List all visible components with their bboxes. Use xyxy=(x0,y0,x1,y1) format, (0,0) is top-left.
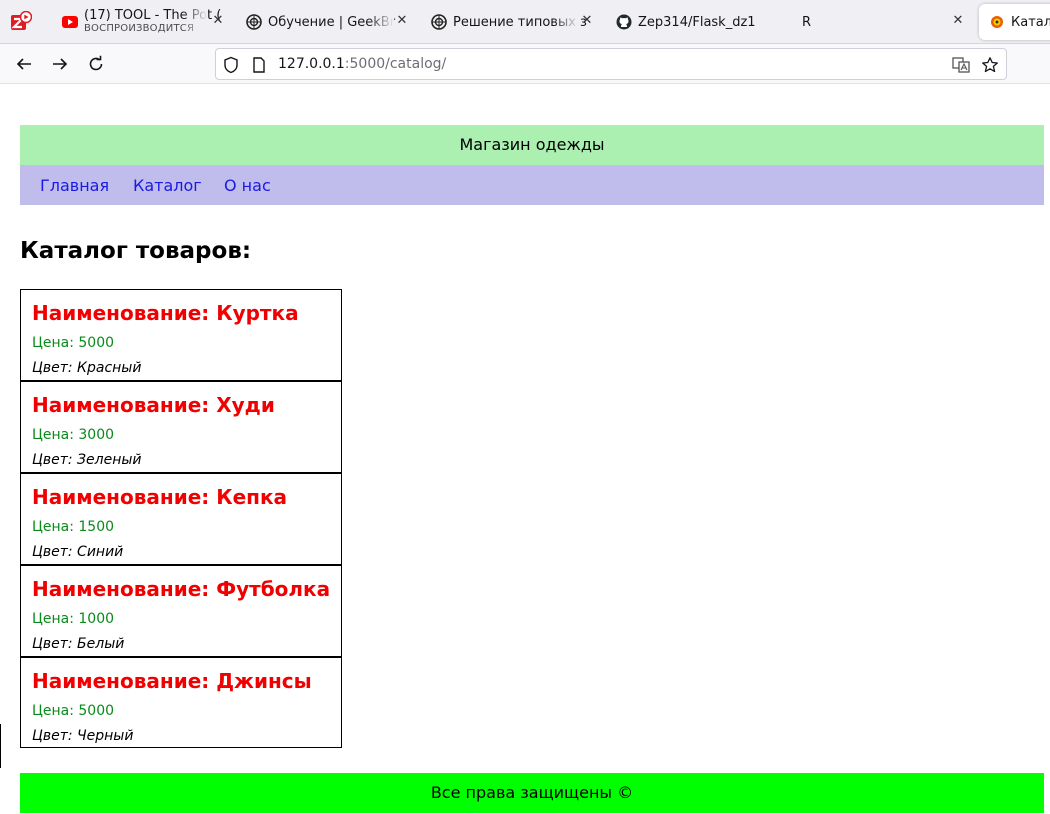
product-price: Цена: 3000 xyxy=(32,427,115,443)
tab-youtube[interactable]: (17) TOOL - The Pot ( ВОСПРОИЗВОДИТСЯ ✕ xyxy=(62,4,228,40)
forward-button[interactable] xyxy=(49,53,71,75)
product-name: Наименование: Куртка xyxy=(32,301,299,325)
tab-title: R xyxy=(802,14,812,30)
product-price: Цена: 5000 xyxy=(32,335,115,351)
product-card: Наименование: Худи Цена: 3000 Цвет: Зеле… xyxy=(20,381,342,473)
product-price: Цена: 1000 xyxy=(32,611,115,627)
tab-title: Катало xyxy=(1011,14,1050,30)
product-card: Наименование: Футболка Цена: 1000 Цвет: … xyxy=(20,565,342,657)
tab-r[interactable]: R ✕ xyxy=(800,4,970,40)
nav-link-home[interactable]: Главная xyxy=(40,176,109,195)
text-cursor xyxy=(0,724,1,768)
page-title: Каталог товаров: xyxy=(20,238,252,264)
product-color: Цвет: Красный xyxy=(32,360,142,376)
reload-button[interactable] xyxy=(85,53,107,75)
youtube-icon xyxy=(62,14,78,30)
product-color: Цвет: Зеленый xyxy=(32,452,142,468)
url-text[interactable]: 127.0.0.1:5000/catalog/ xyxy=(278,56,446,72)
product-color: Цвет: Белый xyxy=(32,636,125,652)
site-nav: Главная Каталог О нас xyxy=(20,165,1044,205)
product-color: Цвет: Черный xyxy=(32,728,134,744)
close-tab-icon[interactable]: ✕ xyxy=(950,13,966,29)
product-card: Наименование: Куртка Цена: 5000 Цвет: Кр… xyxy=(20,289,342,381)
geekbrains-icon xyxy=(431,14,447,30)
tab-catalog-active[interactable]: Катало xyxy=(979,4,1050,40)
product-price: Цена: 1500 xyxy=(32,519,115,535)
url-path: :5000/catalog/ xyxy=(344,56,447,72)
shield-icon[interactable] xyxy=(222,56,240,74)
reload-icon xyxy=(89,55,103,71)
web-page: Магазин одежды Главная Каталог О нас Кат… xyxy=(0,84,1050,814)
app-menu-icon[interactable] xyxy=(10,10,33,33)
product-name: Наименование: Футболка xyxy=(32,577,331,601)
page-favicon-icon xyxy=(989,14,1005,30)
site-header: Магазин одежды xyxy=(20,125,1044,165)
nav-link-about[interactable]: О нас xyxy=(224,176,271,195)
arrow-left-icon xyxy=(16,58,31,70)
back-button[interactable] xyxy=(13,53,35,75)
arrow-right-icon xyxy=(53,58,68,70)
product-name: Наименование: Джинсы xyxy=(32,669,312,693)
tab-bar: (17) TOOL - The Pot ( ВОСПРОИЗВОДИТСЯ ✕ … xyxy=(0,0,1050,44)
github-icon xyxy=(616,14,632,30)
product-color: Цвет: Синий xyxy=(32,544,124,560)
address-bar[interactable]: 127.0.0.1:5000/catalog/ xyxy=(215,48,1007,80)
product-card: Наименование: Джинсы Цена: 5000 Цвет: Че… xyxy=(20,657,342,748)
tab-github[interactable]: Zep314/Flask_dz1 xyxy=(616,4,782,40)
nav-link-catalog[interactable]: Каталог xyxy=(133,176,202,195)
geekbrains-icon xyxy=(246,14,262,30)
product-name: Наименование: Худи xyxy=(32,393,275,417)
translate-icon[interactable] xyxy=(952,56,970,74)
bookmark-star-icon[interactable] xyxy=(981,56,999,74)
close-tab-icon[interactable]: ✕ xyxy=(579,13,595,29)
page-icon[interactable] xyxy=(250,56,268,74)
product-price: Цена: 5000 xyxy=(32,703,115,719)
url-host: 127.0.0.1 xyxy=(278,56,345,72)
tab-title: Zep314/Flask_dz1 xyxy=(638,14,756,30)
close-tab-icon[interactable]: ✕ xyxy=(394,13,410,29)
close-tab-icon[interactable]: ✕ xyxy=(210,13,226,29)
tab-geekbrains-solutions[interactable]: Решение типовых з ✕ xyxy=(431,4,597,40)
product-card: Наименование: Кепка Цена: 1500 Цвет: Син… xyxy=(20,473,342,565)
browser-toolbar: 127.0.0.1:5000/catalog/ xyxy=(0,44,1050,84)
product-name: Наименование: Кепка xyxy=(32,485,288,509)
tab-geekbrains-learning[interactable]: Обучение | GeekBr ✕ xyxy=(246,4,412,40)
site-footer: Все права защищены © xyxy=(20,773,1044,813)
